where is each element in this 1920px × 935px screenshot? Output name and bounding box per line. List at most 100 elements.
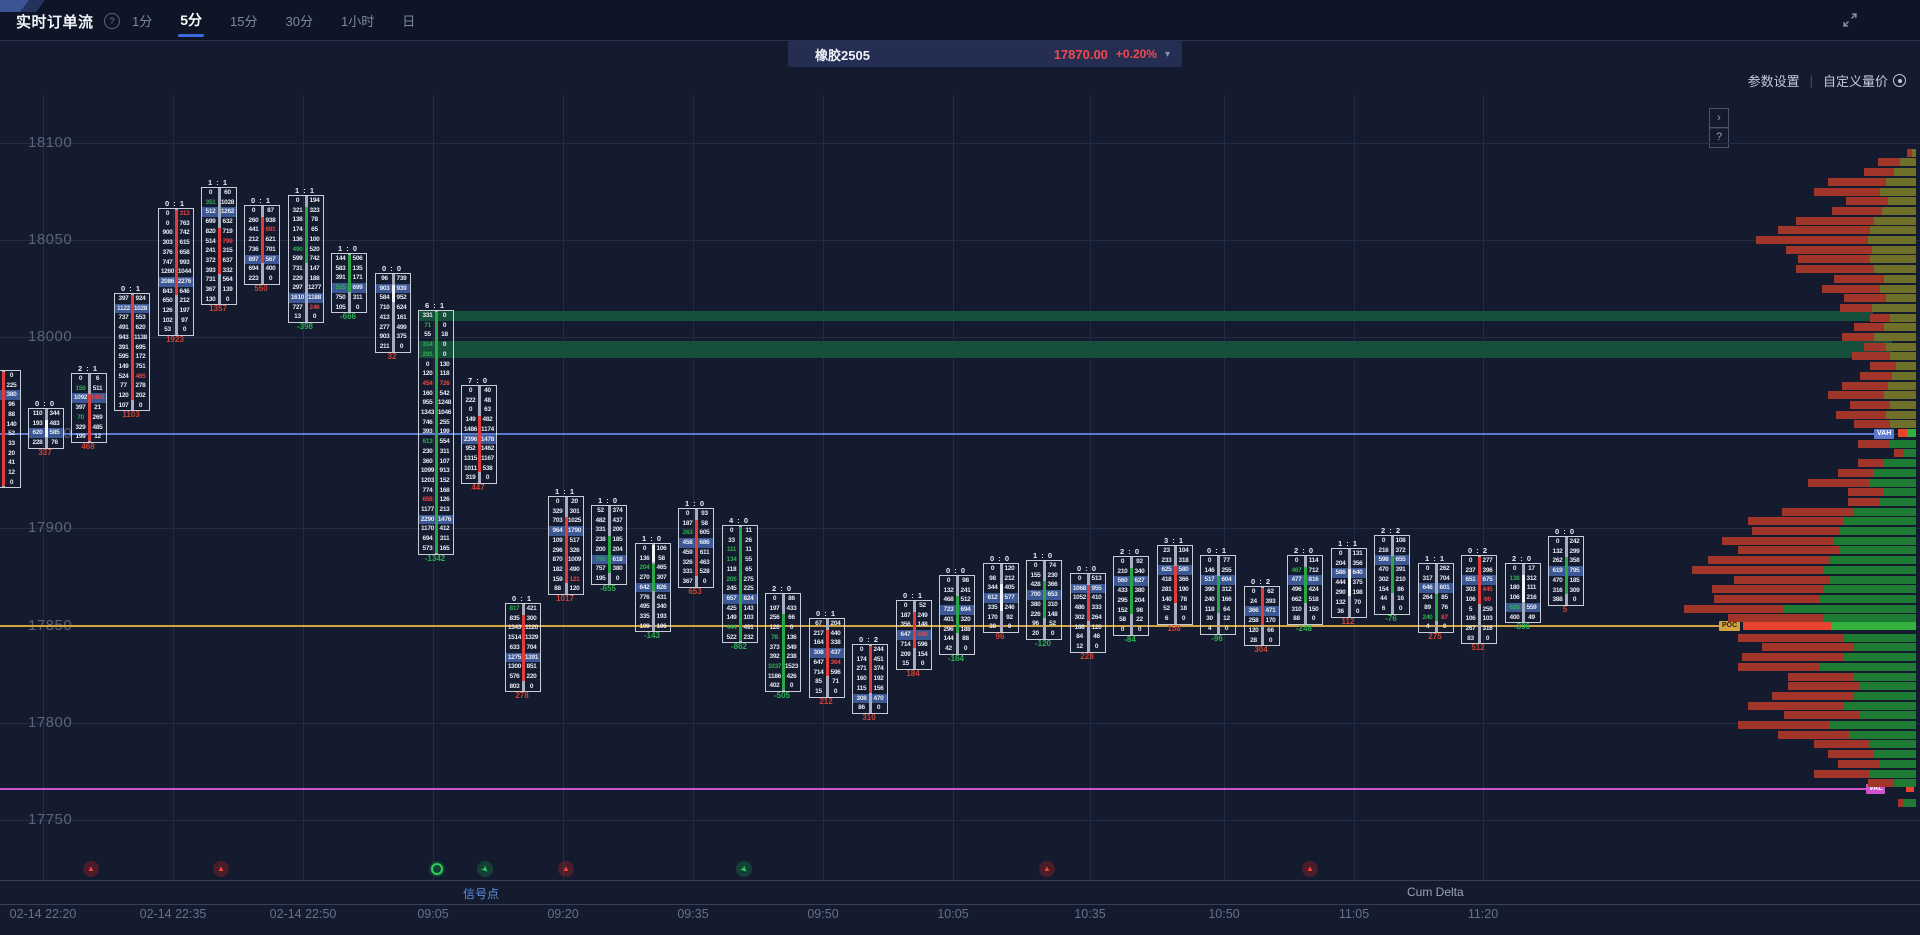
- volume-profile-row: [1850, 401, 1916, 409]
- footprint-bar: 9673990393958495271062441316127749990337…: [375, 273, 411, 353]
- ask-volume-cell: 64: [1218, 605, 1235, 615]
- ask-volume-cell: 1476: [436, 515, 453, 525]
- ask-volume-cell: 0: [1175, 614, 1192, 624]
- ask-volume-cell: 426: [783, 672, 800, 682]
- candle-body-segment: [652, 564, 655, 591]
- volume-profile-row: [1868, 779, 1916, 787]
- bid-volume-cell: 870: [549, 555, 566, 565]
- footprint-bar-header: 0 : 0: [1057, 564, 1117, 573]
- ask-volume-cell: 120: [1001, 564, 1018, 574]
- tab-30分[interactable]: 30分: [284, 0, 315, 41]
- tab-1小时[interactable]: 1小时: [339, 0, 376, 41]
- signal-marker-green-icon[interactable]: [429, 861, 445, 877]
- symbol-selector[interactable]: 橡胶2505 17870.00 +0.20% ▾: [788, 41, 1182, 67]
- ask-volume-cell: 156: [870, 684, 887, 694]
- bid-volume-cell: 152: [1114, 606, 1131, 616]
- footprint-bar: 0244174451271374160192115156308470860: [852, 644, 888, 714]
- ask-volume-cell: 0: [349, 303, 366, 313]
- bid-volume-cell: 662: [1288, 595, 1305, 605]
- signal-marker-red-icon[interactable]: ▲: [213, 861, 229, 877]
- bid-volume-cell: 331: [592, 525, 609, 535]
- bid-volume-cell: 727: [289, 303, 306, 313]
- bid-volume-cell: 586: [1332, 568, 1349, 578]
- ask-volume-cell: 396: [1479, 566, 1496, 576]
- volume-profile-row: [1796, 217, 1916, 225]
- volume-profile-row: [1846, 197, 1916, 205]
- ask-volume-cell: 300: [523, 614, 540, 624]
- bid-volume-cell: 598: [1375, 555, 1392, 565]
- ask-volume-cell: 686: [696, 538, 713, 548]
- footprint-bar-header: 0 : 1: [231, 196, 291, 205]
- bid-volume-cell: 205: [723, 575, 740, 585]
- bid-volume-cell: 240: [1201, 595, 1218, 605]
- signal-marker-red-icon[interactable]: ▲: [1302, 861, 1318, 877]
- bid-volume-cell: 105: [332, 303, 349, 313]
- footprint-bar: 3979241122102873755349162094311383916955…: [114, 293, 150, 411]
- ask-volume-cell: 275: [740, 575, 757, 585]
- ask-volume-cell: 620: [132, 323, 149, 333]
- tab-5分[interactable]: 5分: [178, 0, 204, 41]
- bid-volume-cell: 67: [810, 619, 827, 629]
- ask-volume-cell: 52: [1044, 619, 1061, 629]
- bid-volume-cell: 517: [1201, 575, 1218, 585]
- ask-volume-cell: 694: [957, 605, 974, 615]
- bid-volume-cell: 58: [1114, 615, 1131, 625]
- collapse-icon[interactable]: [1842, 12, 1858, 28]
- bid-volume-cell: 13: [289, 312, 306, 322]
- ask-volume-cell: 646: [176, 287, 193, 297]
- bid-volume-cell: 425: [723, 604, 740, 614]
- signal-marker-red-icon[interactable]: ▲: [1039, 861, 1055, 877]
- vah-line: [0, 433, 1874, 435]
- bid-volume-cell: 444: [723, 623, 740, 633]
- help-icon[interactable]: ?: [104, 13, 120, 29]
- bid-volume-cell: 15: [810, 687, 827, 697]
- footprint-bar: 01713831218011110621662855940049: [1505, 563, 1541, 623]
- orderflow-chart-canvas[interactable]: 1810018050180001795017900178501780017750…: [0, 67, 1920, 880]
- ask-volume-cell: 0: [1566, 595, 1583, 605]
- volume-profile-row: [1828, 750, 1916, 758]
- footprint-bar-delta: -398: [275, 322, 335, 331]
- bid-volume-cell: 391: [332, 273, 349, 283]
- ask-volume-cell: 739: [393, 274, 410, 284]
- bid-volume-cell: 120: [419, 369, 436, 379]
- bid-volume-cell: 0: [1419, 564, 1436, 574]
- volume-profile-row: [1838, 760, 1916, 768]
- bid-volume-cell: 138: [1506, 574, 1523, 584]
- bid-volume-cell: 240: [1419, 613, 1436, 623]
- bid-volume-cell: 118: [1201, 605, 1218, 615]
- symbol-price: 17870.00: [1054, 47, 1108, 62]
- signal-marker-red-icon[interactable]: ▲: [558, 861, 574, 877]
- tab-日[interactable]: 日: [400, 0, 417, 41]
- volume-profile-row: [1712, 585, 1916, 593]
- ask-volume-cell: 26: [740, 536, 757, 546]
- ask-volume-cell: 605: [696, 528, 713, 538]
- footprint-bar-delta: 550: [231, 284, 291, 293]
- bid-volume-cell: 329: [549, 507, 566, 517]
- bid-volume-cell: 0: [853, 645, 870, 655]
- ask-volume-cell: 585: [46, 428, 63, 438]
- tab-1分[interactable]: 1分: [130, 0, 154, 41]
- ask-volume-cell: 165: [436, 544, 453, 554]
- bid-volume-cell: 222: [462, 396, 479, 406]
- ask-volume-cell: 111: [1523, 583, 1540, 593]
- signal-marker-red-icon[interactable]: ▲: [83, 861, 99, 877]
- ask-volume-cell: 204: [827, 619, 844, 629]
- bid-volume-cell: 0: [1071, 574, 1088, 584]
- ask-volume-cell: 143: [740, 604, 757, 614]
- signal-marker-green-icon[interactable]: ➤: [736, 861, 752, 877]
- volume-profile-row: [1878, 158, 1916, 166]
- footprint-bar: 0872609384416912126217367018975676944002…: [244, 205, 280, 285]
- candle-body-segment: [1435, 594, 1438, 621]
- ask-volume-cell: 301: [566, 507, 583, 517]
- ask-volume-cell: 653: [1044, 590, 1061, 600]
- candle-body-segment: [1348, 569, 1351, 596]
- ask-volume-cell: 249: [914, 611, 931, 621]
- bid-volume-cell: 1186: [766, 672, 783, 682]
- bid-volume-cell: 160: [419, 389, 436, 399]
- volume-profile-row: [1844, 294, 1916, 302]
- bid-volume-cell: 233: [1158, 556, 1175, 566]
- bid-volume-cell: 150: [72, 384, 89, 394]
- footprint-bar: 01209821234440561257733524617092380: [983, 563, 1019, 633]
- signal-marker-green-icon[interactable]: ➤: [477, 861, 493, 877]
- tab-15分[interactable]: 15分: [228, 0, 259, 41]
